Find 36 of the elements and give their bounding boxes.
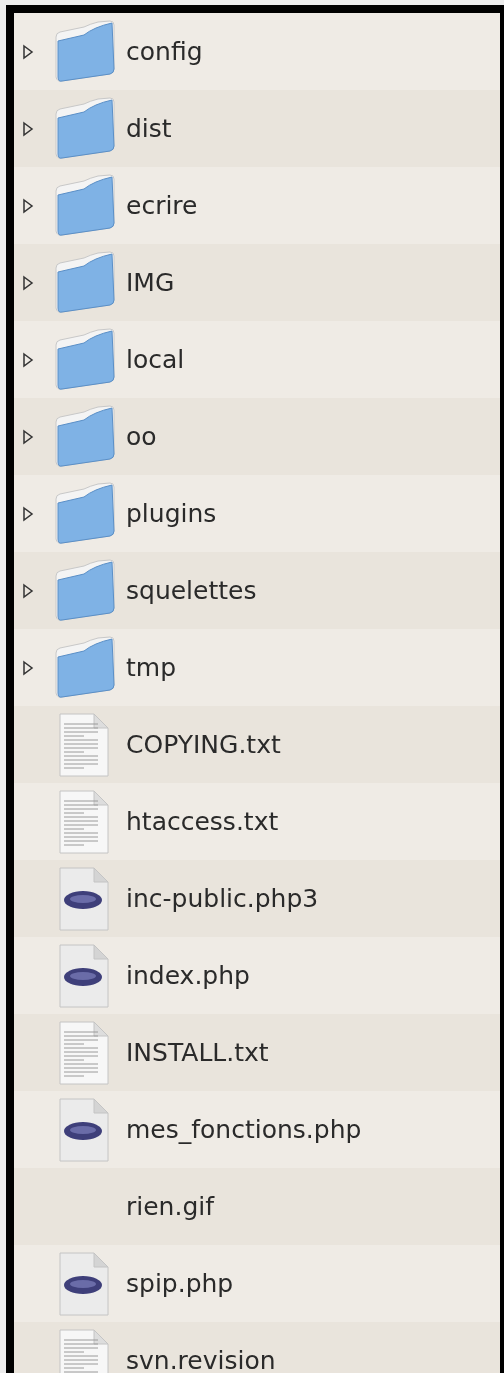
expand-arrow-icon[interactable] <box>22 274 34 291</box>
file-name[interactable]: svn.revision <box>126 1346 276 1373</box>
folder-icon <box>54 18 116 85</box>
file-name[interactable]: squelettes <box>126 576 257 605</box>
expand-arrow-icon[interactable] <box>22 428 34 445</box>
folder-icon <box>54 557 116 624</box>
expand-arrow-icon[interactable] <box>22 120 34 137</box>
folder-icon <box>54 172 116 239</box>
file-name[interactable]: INSTALL.txt <box>126 1038 269 1067</box>
file-name[interactable]: dist <box>126 114 172 143</box>
expand-arrow-icon[interactable] <box>22 582 34 599</box>
file-name[interactable]: tmp <box>126 653 177 682</box>
file-name[interactable]: inc-public.php3 <box>126 884 319 913</box>
expand-arrow-icon[interactable] <box>22 197 34 214</box>
file-name[interactable]: COPYING.txt <box>126 730 281 759</box>
folder-icon <box>54 480 116 547</box>
file-name[interactable]: IMG <box>126 268 175 297</box>
expand-arrow-icon[interactable] <box>22 351 34 368</box>
folder-icon <box>54 95 116 162</box>
folder-icon <box>54 403 116 470</box>
file-name[interactable]: mes_fonctions.php <box>126 1115 362 1144</box>
folder-icon <box>54 249 116 316</box>
expand-arrow-icon[interactable] <box>22 505 34 522</box>
file-name[interactable]: rien.gif <box>126 1192 214 1221</box>
expand-arrow-icon[interactable] <box>22 659 34 676</box>
file-name[interactable]: config <box>126 37 203 66</box>
file-name[interactable]: spip.php <box>126 1269 234 1298</box>
expand-arrow-icon[interactable] <box>22 43 34 60</box>
folder-icon <box>54 326 116 393</box>
file-name[interactable]: plugins <box>126 499 217 528</box>
file-name[interactable]: htaccess.txt <box>126 807 279 836</box>
file-name[interactable]: local <box>126 345 185 374</box>
folder-icon <box>54 634 116 701</box>
file-name[interactable]: index.php <box>126 961 250 990</box>
file-name[interactable]: oo <box>126 422 157 451</box>
file-name[interactable]: ecrire <box>126 191 198 220</box>
